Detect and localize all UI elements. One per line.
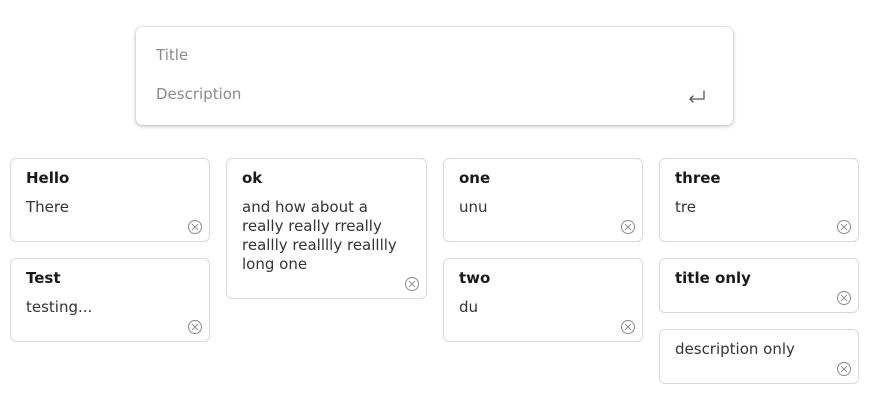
note-description: du xyxy=(459,298,479,316)
note-description: unu xyxy=(459,198,488,216)
note-title: ok xyxy=(242,169,263,187)
circle-x-icon[interactable] xyxy=(836,361,852,377)
note-card: ok and how about a really really rreally… xyxy=(226,158,427,299)
note-description: and how about a really really rreally re… xyxy=(242,198,397,273)
note-card: three tre xyxy=(659,158,859,242)
note-title: title only xyxy=(675,269,751,287)
enter-return-icon[interactable] xyxy=(686,88,708,106)
note-description: tre xyxy=(675,198,696,216)
note-description: testing... xyxy=(26,298,93,316)
circle-x-icon[interactable] xyxy=(620,319,636,335)
note-card: title only xyxy=(659,258,859,313)
note-description: There xyxy=(26,198,69,216)
circle-x-icon[interactable] xyxy=(620,219,636,235)
note-title: two xyxy=(459,269,491,287)
note-composer xyxy=(136,27,733,125)
note-card: Hello There xyxy=(10,158,210,242)
note-card: description only xyxy=(659,329,859,384)
circle-x-icon[interactable] xyxy=(836,290,852,306)
note-title: Hello xyxy=(26,169,70,187)
note-description: description only xyxy=(675,340,795,358)
note-title: three xyxy=(675,169,721,187)
circle-x-icon[interactable] xyxy=(404,276,420,292)
note-card: one unu xyxy=(443,158,643,242)
circle-x-icon[interactable] xyxy=(187,219,203,235)
note-card: Test testing... xyxy=(10,258,210,342)
note-title: Test xyxy=(26,269,61,287)
note-card: two du xyxy=(443,258,643,342)
title-input[interactable] xyxy=(156,44,673,66)
circle-x-icon[interactable] xyxy=(836,219,852,235)
note-title: one xyxy=(459,169,491,187)
circle-x-icon[interactable] xyxy=(187,319,203,335)
description-input[interactable] xyxy=(156,83,673,105)
